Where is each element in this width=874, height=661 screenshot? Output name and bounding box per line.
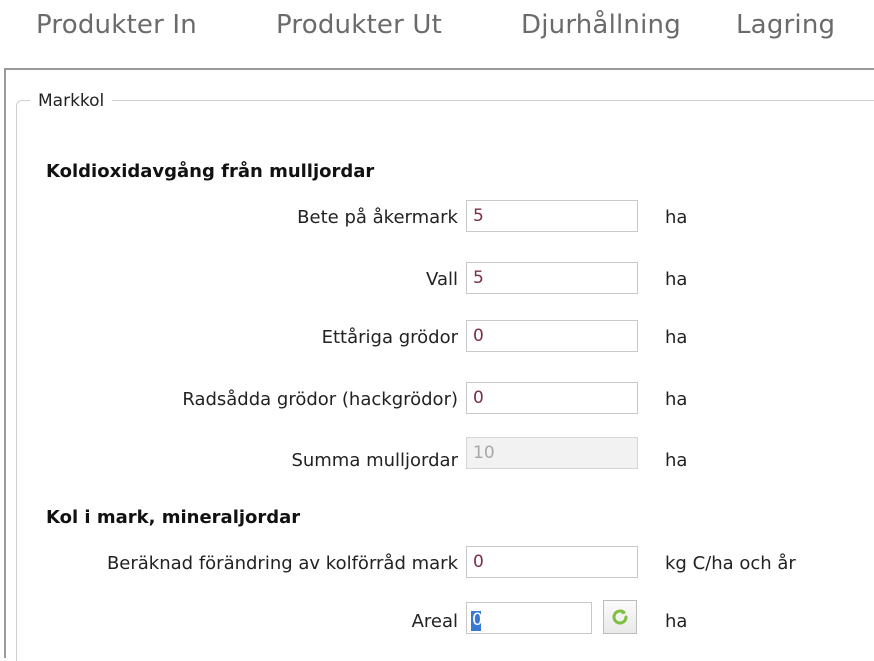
section-title-mineraljordar: Kol i mark, mineraljordar: [46, 507, 301, 528]
vall-input[interactable]: [466, 262, 638, 294]
unit-vall: ha: [665, 269, 688, 290]
ettariga-grodor-input[interactable]: [466, 320, 638, 352]
forandring-kolforrad-input[interactable]: [466, 546, 638, 578]
unit-ettariga: ha: [665, 327, 688, 348]
label-bete-pa-akermark: Bete på åkermark: [297, 207, 458, 228]
tab-lagring[interactable]: Lagring: [736, 10, 835, 40]
tab-djurhallning[interactable]: Djurhållning: [521, 10, 681, 40]
markkol-groupbox: [16, 100, 874, 661]
unit-bete: ha: [665, 207, 688, 228]
label-ettariga-grodor: Ettåriga grödor: [321, 327, 458, 348]
tab-bar: Produkter In Produkter Ut Djurhållning L…: [0, 0, 874, 60]
areal-input[interactable]: [466, 602, 592, 634]
radsadda-grodor-input[interactable]: [466, 382, 638, 414]
label-radsadda-grodor: Radsådda grödor (hackgrödor): [182, 389, 458, 410]
unit-summa: ha: [665, 450, 688, 471]
bete-pa-akermark-input[interactable]: [466, 200, 638, 232]
section-title-mulljordar: Koldioxidavgång från mulljordar: [46, 161, 375, 182]
refresh-button[interactable]: [603, 600, 637, 634]
refresh-icon: [612, 609, 628, 625]
unit-radsadda: ha: [665, 389, 688, 410]
tab-produkter-in[interactable]: Produkter In: [36, 10, 197, 40]
summa-mulljordar-field: [466, 437, 638, 469]
tab-produkter-ut[interactable]: Produkter Ut: [276, 10, 442, 40]
label-areal: Areal: [411, 611, 458, 632]
label-vall: Vall: [426, 269, 458, 290]
unit-kolforrad: kg C/ha och år: [665, 553, 796, 574]
unit-areal: ha: [665, 611, 688, 632]
label-forandring-kolforrad: Beräknad förändring av kolförråd mark: [106, 553, 458, 574]
label-summa-mulljordar: Summa mulljordar: [291, 450, 458, 471]
groupbox-legend: Markkol: [30, 91, 113, 111]
